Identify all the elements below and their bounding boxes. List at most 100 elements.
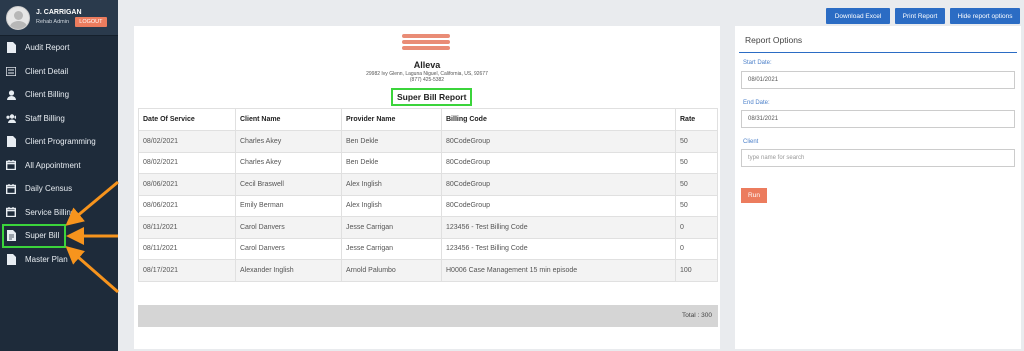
table-cell: Cecil Braswell xyxy=(235,173,342,196)
sidebar-item-service-billing[interactable]: Service Billing xyxy=(0,201,118,225)
sidebar-item-super-bill[interactable]: Super Bill xyxy=(2,224,66,248)
sidebar-item-client-programming[interactable]: Client Programming xyxy=(0,130,118,154)
sidebar-item-label: Audit Report xyxy=(25,43,70,53)
sidebar-item-label: All Appointment xyxy=(25,160,81,170)
print-report-button[interactable]: Print Report xyxy=(895,8,945,24)
list-icon xyxy=(6,66,16,77)
end-date-label: End Date: xyxy=(743,100,770,106)
sidebar-item-client-billing[interactable]: Client Billing xyxy=(0,83,118,107)
table-cell: Ben Dekle xyxy=(341,130,442,153)
table-cell: 08/11/2021 xyxy=(138,216,236,239)
client-search-input[interactable]: type name for search xyxy=(741,149,1015,167)
table-cell: 0 xyxy=(675,237,718,260)
report-panel: Alleva 29982 Ivy Glenn, Laguna Niguel, C… xyxy=(134,26,720,349)
file-icon xyxy=(6,136,16,148)
hide-report-options-button[interactable]: Hide report options xyxy=(950,8,1020,24)
sidebar-item-client-detail[interactable]: Client Detail xyxy=(0,60,118,84)
table-cell: 123456 - Test Billing Code xyxy=(441,216,676,239)
table-cell: 50 xyxy=(675,173,718,196)
table-cell: Alex Inglish xyxy=(341,194,442,217)
sidebar-item-label: Staff Billing xyxy=(25,113,65,123)
end-date-field[interactable]: 08/31/2021 xyxy=(741,110,1015,128)
divider xyxy=(739,52,1017,53)
table-cell: Charles Akey xyxy=(235,130,342,153)
table-cell: 08/06/2021 xyxy=(138,194,236,217)
sidebar: J. CARRIGAN Rehab Admin LOGOUT Audit Rep… xyxy=(0,0,118,351)
sidebar-item-daily-census[interactable]: Daily Census xyxy=(0,177,118,201)
sidebar-nav: Audit Report Client Detail Client Billin… xyxy=(0,36,118,271)
start-date-field[interactable]: 08/01/2021 xyxy=(741,71,1015,89)
table-cell: 123456 - Test Billing Code xyxy=(441,237,676,260)
start-date-label: Start Date: xyxy=(743,60,772,66)
table-cell: 50 xyxy=(675,194,718,217)
column-header[interactable]: Client Name xyxy=(235,108,342,131)
calendar-icon xyxy=(6,183,16,194)
table-cell: 100 xyxy=(675,259,718,282)
sidebar-item-label: Client Billing xyxy=(25,90,70,100)
table-row: 08/11/2021 Carol Danvers Jesse Carrigan 123… xyxy=(138,216,718,239)
sidebar-item-label: Super Bill xyxy=(25,231,60,241)
run-button[interactable]: Run xyxy=(741,188,767,203)
table-cell: Carol Danvers xyxy=(235,237,342,260)
company-phone: (877) 425-5382 xyxy=(409,77,445,83)
company-name: Alleva xyxy=(413,60,441,70)
table-cell: 08/11/2021 xyxy=(138,237,236,260)
table-cell: 80CodeGroup xyxy=(441,194,676,217)
profile-role: Rehab Admin xyxy=(36,18,70,25)
sidebar-item-master-plan[interactable]: Master Plan xyxy=(0,248,118,272)
table-row: 08/17/2021 Alexander Inglish Arnold Palumb… xyxy=(138,259,718,282)
table-cell: 0 xyxy=(675,216,718,239)
table-row: 08/02/2021 Charles Akey Ben Dekle 80CodeGro… xyxy=(138,130,718,153)
client-label: Client xyxy=(743,139,759,145)
logout-button[interactable]: LOGOUT xyxy=(75,16,107,27)
table-cell: 50 xyxy=(675,130,718,153)
table-cell: 80CodeGroup xyxy=(441,151,676,174)
document-icon xyxy=(6,230,16,242)
table-cell: 08/02/2021 xyxy=(138,151,236,174)
file-icon xyxy=(6,42,16,54)
report-options-title: Report Options xyxy=(745,35,803,45)
calendar-icon xyxy=(6,160,16,171)
report-title: Super Bill Report xyxy=(391,88,473,106)
sidebar-item-all-appointment[interactable]: All Appointment xyxy=(0,154,118,178)
column-header[interactable]: Rate xyxy=(675,108,718,131)
sidebar-item-label: Service Billing xyxy=(25,207,76,217)
table-cell: Ben Dekle xyxy=(341,151,442,174)
column-header[interactable]: Provider Name xyxy=(341,108,442,131)
table-header-row: Date Of Service Client Name Provider Nam… xyxy=(138,108,718,131)
report-options-panel: Report Options Start Date: 08/01/2021 En… xyxy=(735,26,1021,349)
table-total: Total : 300 xyxy=(138,305,718,327)
avatar[interactable] xyxy=(6,5,30,30)
calendar-icon xyxy=(6,207,16,218)
table-cell: Jesse Carrigan xyxy=(341,237,442,260)
table-cell: H0006 Case Management 15 min episode xyxy=(441,259,676,282)
table-cell: Charles Akey xyxy=(235,151,342,174)
profile-panel: J. CARRIGAN Rehab Admin LOGOUT xyxy=(0,0,118,36)
table-cell: Arnold Palumbo xyxy=(341,259,442,282)
table-cell: 50 xyxy=(675,151,718,174)
file-icon xyxy=(6,253,16,265)
sidebar-item-label: Master Plan xyxy=(25,254,68,264)
sidebar-item-audit-report[interactable]: Audit Report xyxy=(0,36,118,60)
column-header[interactable]: Date Of Service xyxy=(138,108,236,131)
table-cell: Alexander Inglish xyxy=(235,259,342,282)
table-row: 08/06/2021 Cecil Braswell Alex Inglish 80Co… xyxy=(138,173,718,196)
profile-name: J. CARRIGAN xyxy=(36,8,82,16)
table-cell: Emily Berman xyxy=(235,194,342,217)
table-cell: 08/02/2021 xyxy=(138,130,236,153)
table-row: 08/11/2021 Carol Danvers Jesse Carrigan 123… xyxy=(138,237,718,260)
sidebar-item-label: Client Detail xyxy=(25,66,69,76)
sidebar-item-label: Client Programming xyxy=(25,137,96,147)
profile-info: J. CARRIGAN Rehab Admin LOGOUT xyxy=(36,9,107,27)
sidebar-item-label: Daily Census xyxy=(25,184,73,194)
download-excel-button[interactable]: Download Excel xyxy=(826,8,890,24)
users-icon xyxy=(6,113,16,124)
table-row: 08/06/2021 Emily Berman Alex Inglish 80Code… xyxy=(138,194,718,217)
table-cell: 08/17/2021 xyxy=(138,259,236,282)
table-cell: 80CodeGroup xyxy=(441,173,676,196)
super-bill-table: Date Of Service Client Name Provider Nam… xyxy=(138,108,718,282)
table-cell: Alex Inglish xyxy=(341,173,442,196)
column-header[interactable]: Billing Code xyxy=(441,108,676,131)
sidebar-item-staff-billing[interactable]: Staff Billing xyxy=(0,107,118,131)
table-cell: 08/06/2021 xyxy=(138,173,236,196)
